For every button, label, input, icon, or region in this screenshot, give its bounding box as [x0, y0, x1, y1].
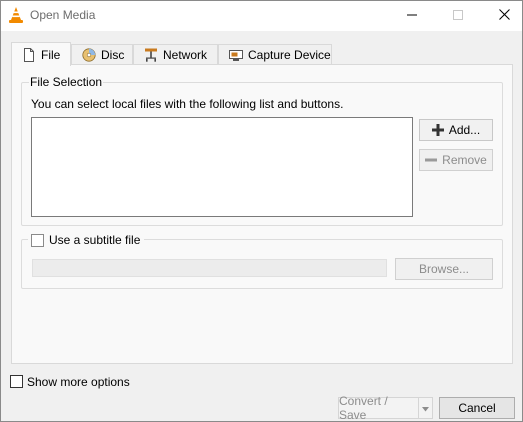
cancel-button[interactable]: Cancel [439, 397, 515, 419]
remove-label: Remove [442, 153, 487, 167]
file-selection-hint: You can select local files with the foll… [31, 97, 344, 111]
convert-save-label: Convert / Save [339, 394, 388, 422]
browse-button[interactable]: Browse... [395, 258, 493, 280]
tab-bar: File Disc Network Capture Device [11, 42, 511, 66]
vlc-cone-icon [8, 6, 24, 24]
disc-icon [82, 48, 96, 62]
cancel-label: Cancel [458, 401, 496, 415]
minimize-icon [407, 9, 417, 23]
plus-icon [431, 124, 444, 136]
tab-label: Network [163, 48, 208, 62]
subtitle-checkbox[interactable] [31, 234, 44, 247]
tab-disc[interactable]: Disc [71, 44, 133, 65]
maximize-icon [453, 9, 463, 23]
file-icon [22, 47, 36, 62]
chevron-down-icon [422, 401, 429, 415]
capture-device-icon [229, 48, 243, 62]
convert-save-dropdown[interactable] [418, 398, 432, 418]
show-more-options-label: Show more options [27, 375, 130, 389]
tab-capture-device[interactable]: Capture Device [218, 44, 332, 65]
open-media-dialog: Open Media File Disc Network Capture Dev… [0, 0, 523, 422]
title-bar[interactable]: Open Media [1, 1, 522, 31]
convert-save-button[interactable]: Convert / Save [338, 394, 433, 422]
close-icon [498, 9, 510, 23]
window-title: Open Media [30, 8, 96, 22]
network-icon [144, 48, 158, 62]
add-label: Add... [448, 123, 481, 137]
file-tab-panel: File Selection You can select local file… [11, 64, 513, 364]
close-button[interactable] [481, 1, 523, 31]
show-more-options-checkbox[interactable] [10, 375, 23, 388]
maximize-button[interactable] [435, 1, 481, 31]
browse-label: Browse... [418, 262, 469, 276]
tab-file[interactable]: File [11, 42, 71, 66]
file-selection-title: File Selection [29, 75, 104, 89]
add-button[interactable]: Add... [419, 119, 493, 141]
tab-label: Disc [101, 48, 125, 62]
tab-label: Capture Device [248, 48, 331, 62]
subtitle-checkbox-label: Use a subtitle file [48, 233, 142, 247]
subtitle-path-input[interactable] [32, 259, 387, 277]
tab-label: File [41, 47, 61, 62]
file-list[interactable] [31, 117, 413, 217]
remove-button[interactable]: Remove [419, 149, 493, 171]
minimize-button[interactable] [389, 1, 435, 31]
tab-network[interactable]: Network [133, 44, 218, 65]
minus-icon [425, 154, 438, 166]
